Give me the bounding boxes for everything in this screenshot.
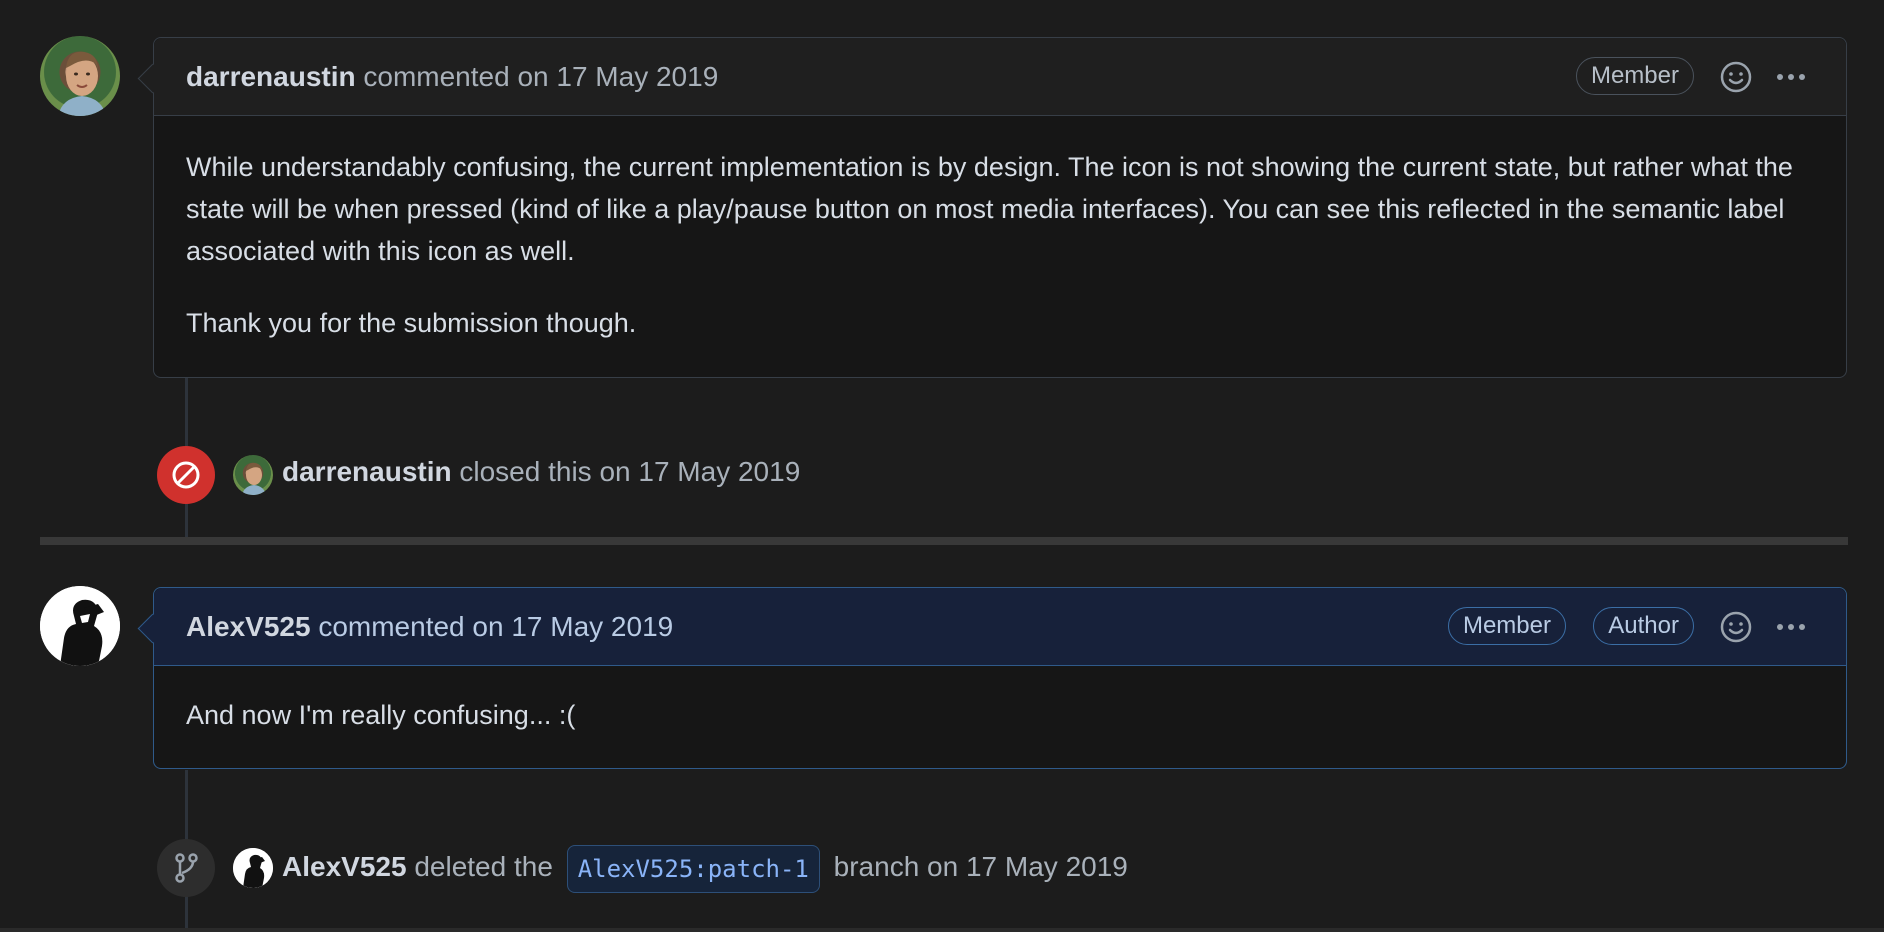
comment-body: While understandably confusing, the curr… — [186, 116, 1816, 344]
more-horizontal-icon[interactable] — [1772, 58, 1810, 96]
comment-timestamp[interactable]: commented on 17 May 2019 — [318, 611, 673, 642]
author-badge: Author — [1593, 607, 1694, 645]
comment-card: AlexV525 commented on 17 May 2019 Member… — [137, 587, 1847, 769]
comment-paragraph: And now I'm really confusing... :( — [186, 700, 576, 730]
timeline-divider — [40, 537, 1848, 545]
event-author-link[interactable]: AlexV525 — [282, 851, 407, 882]
event-timestamp[interactable]: branch on 17 May 2019 — [834, 851, 1128, 882]
smiley-icon[interactable] — [1717, 58, 1755, 96]
comment-paragraph: Thank you for the submission though. — [186, 308, 637, 338]
comment-author-link[interactable]: AlexV525 — [186, 611, 311, 642]
git-branch-icon — [175, 853, 198, 883]
avatar[interactable] — [233, 848, 273, 888]
avatar-alexv525-icon — [233, 848, 273, 888]
comment-card: darrenaustin commented on 17 May 2019 Me… — [137, 37, 1847, 378]
comment-timestamp[interactable]: commented on 17 May 2019 — [363, 61, 718, 92]
comment-header-text: darrenaustin commented on 17 May 2019 — [186, 38, 718, 116]
more-horizontal-icon[interactable] — [1772, 608, 1810, 646]
avatar[interactable] — [40, 36, 120, 116]
issue-timeline: darrenaustin commented on 17 May 2019 Me… — [0, 0, 1884, 932]
bottom-edge — [0, 928, 1884, 932]
avatar[interactable] — [40, 586, 120, 666]
branch-event-badge — [157, 839, 215, 897]
avatar-darrenaustin-icon — [58, 51, 106, 116]
circle-slash-icon — [172, 461, 200, 489]
avatar-alexv525-icon — [40, 586, 120, 666]
avatar-darrenaustin-icon — [242, 462, 266, 495]
comment-body: And now I'm really confusing... :( — [186, 666, 1816, 736]
member-badge: Member — [1575, 57, 1694, 95]
smiley-icon[interactable] — [1717, 608, 1755, 646]
member-badge: Member — [1447, 607, 1566, 645]
comment-author-link[interactable]: darrenaustin — [186, 61, 356, 92]
comment-paragraph: While understandably confusing, the curr… — [186, 152, 1793, 266]
event-description[interactable]: closed this on 17 May 2019 — [459, 456, 800, 487]
closed-event-badge — [157, 446, 215, 504]
avatar[interactable] — [233, 455, 273, 495]
event-author-link[interactable]: darrenaustin — [282, 456, 452, 487]
branch-name-link[interactable]: AlexV525:patch-1 — [566, 844, 820, 893]
branch-event-text: AlexV525 deleted the AlexV525:patch-1 br… — [282, 843, 1128, 893]
comment-header: AlexV525 commented on 17 May 2019 Member… — [154, 588, 1846, 666]
comment-header: darrenaustin commented on 17 May 2019 Me… — [154, 38, 1846, 116]
comment-header-text: AlexV525 commented on 17 May 2019 — [186, 588, 673, 666]
event-description: deleted the — [414, 851, 553, 882]
closed-event-text: darrenaustin closed this on 17 May 2019 — [282, 448, 800, 496]
